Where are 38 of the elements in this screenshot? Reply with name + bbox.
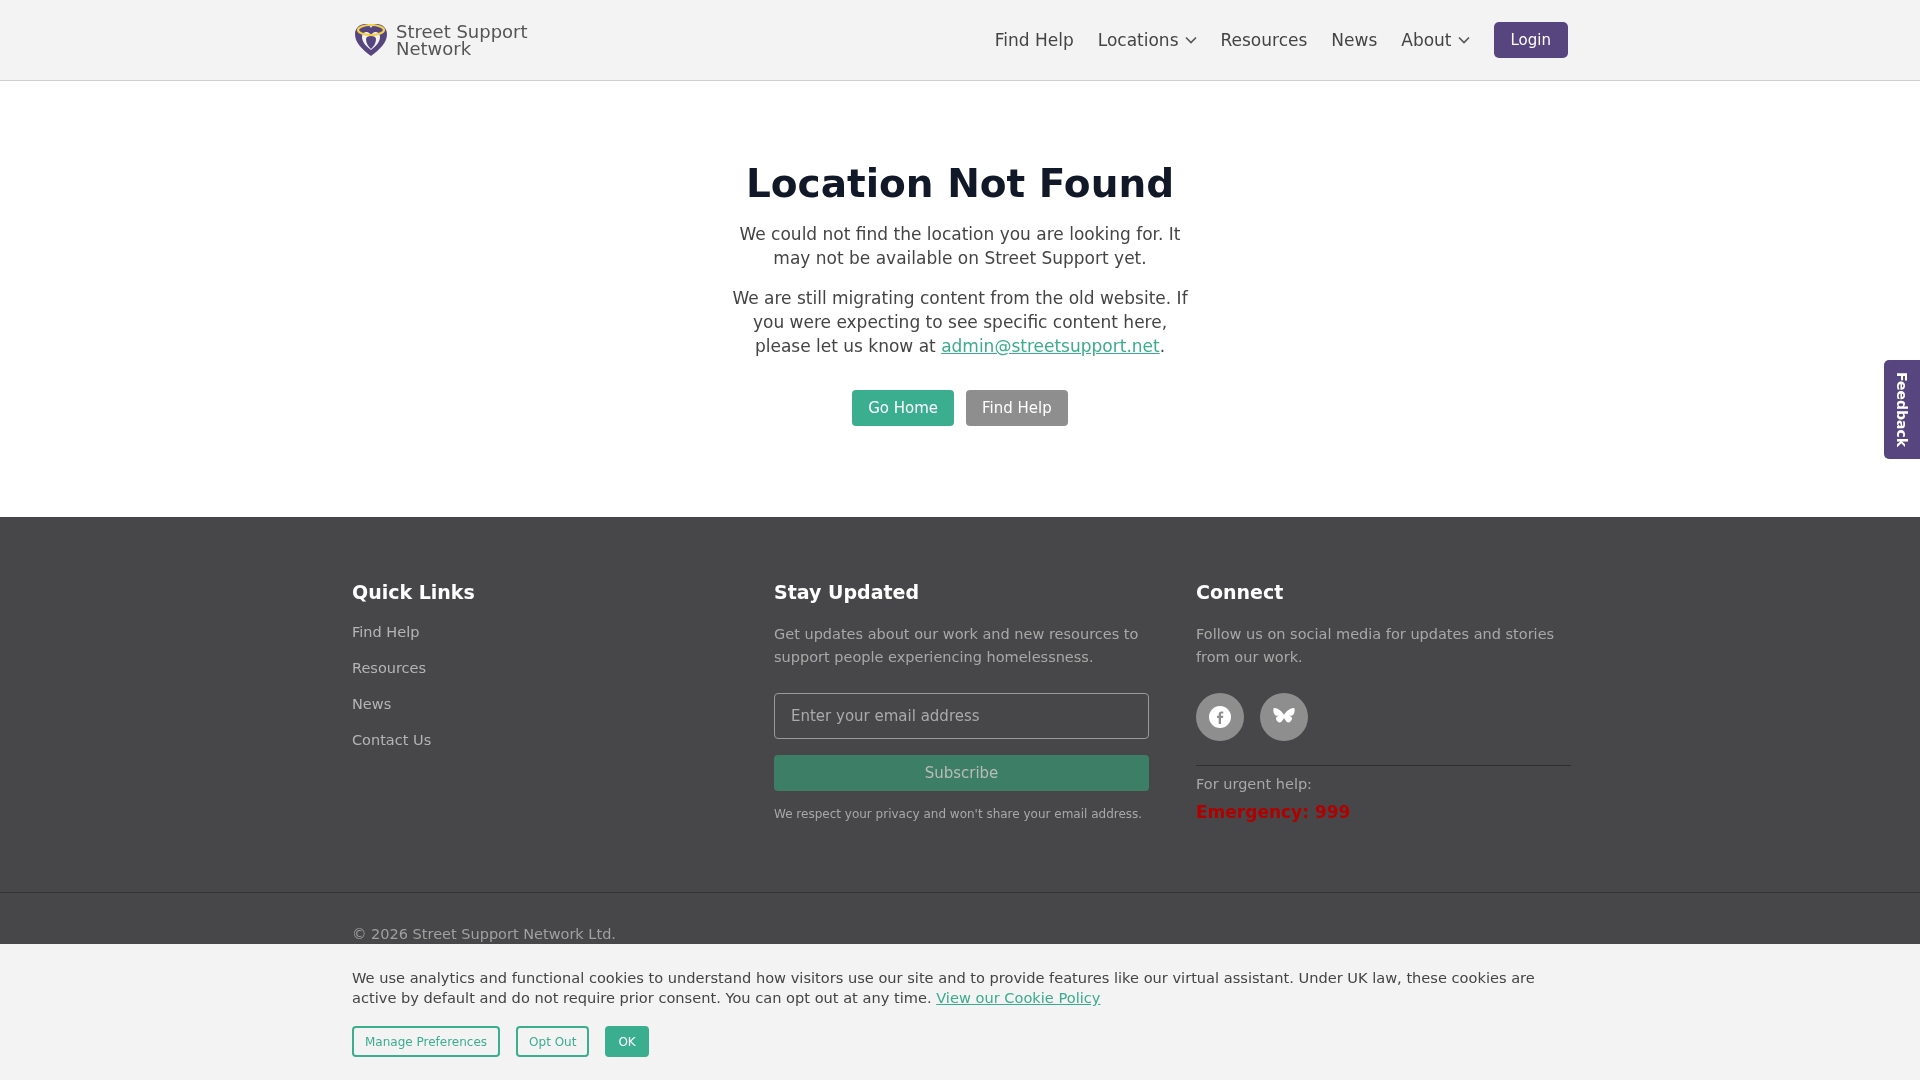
feedback-tab[interactable]: Feedback [1884, 360, 1920, 459]
social-text: Follow us on social media for updates and stories from our work. [1196, 625, 1556, 667]
urgent-help-label: For urgent help: [1196, 776, 1313, 792]
emergency-number: Emergency: 999 [1196, 802, 1352, 822]
cookie-button[interactable]: Manage Preferences [352, 1026, 501, 1057]
logo-text[interactable]: Street Support Network [396, 23, 546, 57]
nav-link[interactable]: About [1401, 30, 1470, 50]
footer-link[interactable]: News [352, 695, 392, 713]
nav-link[interactable]: Resources [1220, 30, 1308, 50]
column-heading: Quick Links [352, 581, 476, 603]
footer-link[interactable]: Resources [352, 659, 427, 677]
heart-logo-icon[interactable] [352, 21, 390, 59]
page-title: Location Not Found [745, 161, 1175, 208]
newsletter-text: Get updates about our work and new resources to support people experiencing homelessness. [774, 625, 1140, 667]
copyright-text: © 2026 Street Support Network Ltd. [352, 926, 616, 942]
nav-link[interactable]: News [1331, 30, 1378, 50]
message-text: We could not find the location you are looking for. It may not be available on Street Support yet. [738, 222, 1182, 270]
facebook-icon [1209, 706, 1231, 728]
cookie-button[interactable]: Opt Out [516, 1026, 590, 1057]
subscribe-button[interactable]: Subscribe [774, 755, 1149, 791]
login-button[interactable]: Login [1493, 22, 1568, 58]
column-heading: Stay Updated [774, 581, 921, 603]
social-button[interactable] [1260, 693, 1308, 741]
find-help-button[interactable]: Find Help [966, 389, 1068, 426]
cookie-text: We use analytics and functional cookies to understand how visitors use our site and to provide features like our virtual assistant. Under UK law, these cookies are active by default and do not require prior consent. You can opt out at any time. View our Cookie Policy [352, 968, 1536, 1008]
nav-link[interactable]: Find Help [994, 30, 1074, 50]
cookie-policy-link[interactable]: View our Cookie Policy [936, 989, 1101, 1006]
cookie-button[interactable]: OK [605, 1026, 649, 1057]
email-link[interactable]: admin@streetsupport.net [941, 335, 1160, 356]
social-button[interactable] [1196, 693, 1244, 741]
nav-link[interactable]: Locations [1097, 30, 1197, 50]
go-home-button[interactable]: Go Home [852, 389, 955, 426]
column-heading: Connect [1196, 581, 1285, 603]
email-input-field[interactable]: Enter your email address [774, 693, 1149, 739]
footer-link[interactable]: Contact Us [352, 731, 432, 749]
privacy-note: We respect your privacy and won't share your email address. [774, 807, 1144, 821]
migration-text: We are still migrating content from the old website. If you were expecting to see specific content here, please let us know at admin@streetsupport.net. [731, 286, 1189, 358]
footer-link[interactable]: Find Help [352, 623, 420, 641]
